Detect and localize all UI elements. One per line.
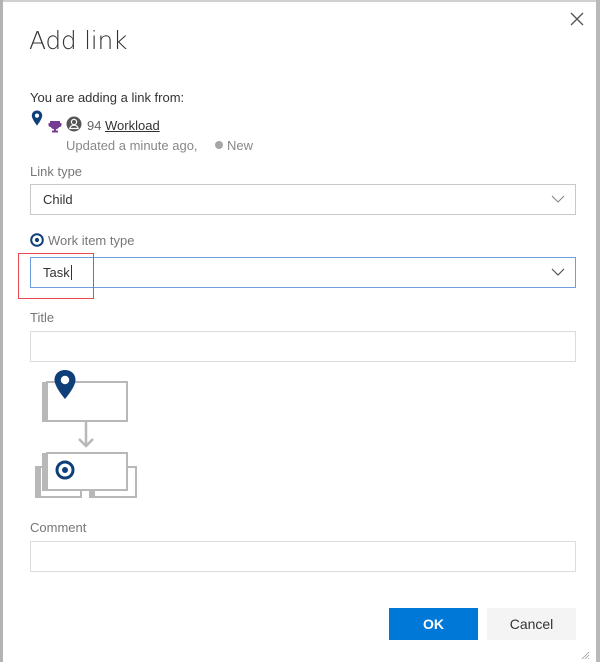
link-type-value: Child (43, 192, 73, 207)
comment-label: Comment (30, 520, 87, 535)
trophy-icon (48, 121, 62, 133)
source-intro-text: You are adding a link from: (30, 90, 185, 105)
resize-grip-icon[interactable] (580, 650, 590, 660)
target-icon (30, 233, 44, 247)
work-item-id: 94 (87, 118, 102, 133)
parent-card (42, 381, 128, 422)
title-input[interactable] (30, 331, 576, 362)
state-indicator-icon (215, 141, 223, 149)
arrow-down-icon (78, 421, 94, 448)
comment-input[interactable] (30, 541, 576, 572)
link-type-dropdown[interactable]: Child (30, 184, 576, 215)
chevron-down-icon (551, 268, 565, 276)
window-right-edge (596, 0, 600, 662)
state-label: New (227, 138, 254, 153)
text-caret (70, 265, 72, 280)
work-item-type-label: Work item type (48, 233, 135, 248)
work-item-type-input-wrap: Task (43, 265, 72, 280)
updated-timestamp: Updated a minute ago, (66, 138, 198, 153)
title-label: Title (30, 310, 55, 325)
parent-child-diagram (35, 370, 137, 498)
dialog-title: Add link (29, 26, 128, 55)
ok-button[interactable]: OK (389, 608, 478, 640)
map-pin-icon (31, 110, 43, 126)
work-item-type-value: Task (43, 265, 70, 280)
close-button[interactable] (568, 10, 586, 28)
chevron-down-icon (551, 195, 565, 203)
add-link-dialog: Add link You are adding a link from: 94 … (3, 2, 596, 662)
child-cards-stack (35, 452, 137, 498)
close-icon (570, 12, 584, 26)
link-type-label: Link type (30, 164, 83, 179)
work-item-link[interactable]: Workload (105, 118, 160, 133)
work-item-type-combobox[interactable]: Task (30, 257, 576, 288)
avatar-icon (66, 116, 82, 132)
cancel-button[interactable]: Cancel (487, 608, 576, 640)
